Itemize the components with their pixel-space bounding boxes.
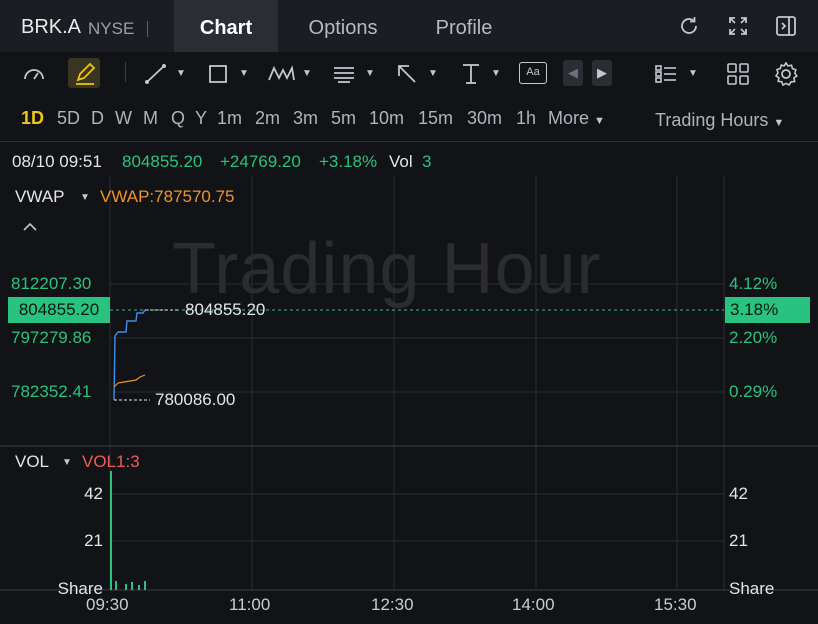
price-line <box>113 309 146 401</box>
volume-bar <box>125 584 127 590</box>
vol-indicator-value: VOL1:3 <box>82 452 140 471</box>
volume-bar <box>138 585 140 590</box>
chevron-down-icon[interactable]: ▼ <box>428 68 438 79</box>
vwap-line <box>113 374 146 388</box>
pct-label: 0.29% <box>729 382 778 401</box>
interval-10m[interactable]: 10m <box>369 108 404 129</box>
chevron-down-icon: ▼ <box>773 117 785 129</box>
volume-axis-label: 42 <box>84 484 103 503</box>
interval-3m[interactable]: 3m <box>293 108 318 129</box>
high-marker-label: 804855.20 <box>185 300 266 319</box>
chevron-down-icon[interactable]: ▼ <box>176 68 186 79</box>
volume-value: 3 <box>422 152 432 171</box>
interval-5d[interactable]: 5D <box>57 108 80 129</box>
interval-1h[interactable]: 1h <box>516 108 536 129</box>
volume-axis-label: 42 <box>729 484 748 503</box>
volume-axis-label: 21 <box>729 531 748 550</box>
exchange-label: NYSE <box>88 19 135 38</box>
current-price-badge: 804855.20 <box>8 297 110 323</box>
time-axis-label: 11:00 <box>229 595 271 614</box>
time-axis-label: 12:30 <box>371 595 414 614</box>
price-label: 812207.30 <box>11 274 92 293</box>
price-label: 782352.41 <box>11 382 92 401</box>
tab-options[interactable]: Options <box>290 0 396 52</box>
refresh-icon[interactable] <box>677 14 701 38</box>
prev-icon[interactable]: ◀ <box>563 60 583 86</box>
chevron-down-icon[interactable]: ▼ <box>688 68 698 79</box>
divider <box>147 21 148 37</box>
more-label: More <box>548 108 590 128</box>
rectangle-icon[interactable] <box>204 60 232 88</box>
interval-d[interactable]: D <box>91 108 104 129</box>
chevron-down-icon[interactable]: ▼ <box>80 192 90 203</box>
chevron-down-icon[interactable]: ▼ <box>302 68 312 79</box>
vwap-indicator-label[interactable]: VWAP <box>15 187 64 207</box>
trading-hours-label: Trading Hours <box>655 110 769 130</box>
pattern-icon[interactable] <box>266 60 296 88</box>
watermark: Trading Hour <box>172 229 602 309</box>
collapse-icon[interactable] <box>22 221 38 233</box>
chevron-down-icon[interactable]: ▼ <box>62 457 72 468</box>
sidebar-toggle-icon[interactable] <box>774 14 798 38</box>
time-axis-label: 14:00 <box>512 595 555 614</box>
volume-bar <box>110 471 112 590</box>
grid-icon[interactable] <box>724 60 752 88</box>
quote-price: 804855.20 <box>122 152 203 171</box>
chevron-down-icon[interactable]: ▼ <box>239 68 249 79</box>
trend-line-icon[interactable] <box>142 60 170 88</box>
interval-m[interactable]: M <box>143 108 158 129</box>
volume-bar <box>131 582 133 590</box>
ticker-symbol: BRK.A <box>21 16 82 38</box>
measure-icon[interactable] <box>457 60 485 88</box>
toolbar-divider <box>125 62 126 82</box>
arrow-icon[interactable] <box>393 60 421 88</box>
interval-30m[interactable]: 30m <box>467 108 502 129</box>
interval-15m[interactable]: 15m <box>418 108 453 129</box>
volume-bar <box>115 581 117 590</box>
quote-change-pct: +3.18% <box>319 152 378 171</box>
low-marker-label: 780086.00 <box>155 390 236 409</box>
fibonacci-icon[interactable] <box>330 60 358 88</box>
tab-chart[interactable]: Chart <box>174 0 278 52</box>
time-axis-label: 09:30 <box>86 595 129 614</box>
price-label: 797279.86 <box>11 328 92 347</box>
tab-profile[interactable]: Profile <box>418 0 510 52</box>
chevron-down-icon[interactable]: ▼ <box>365 68 375 79</box>
text-annotation-icon[interactable]: Aa <box>519 62 547 84</box>
settings-icon[interactable] <box>772 60 800 88</box>
more-intervals-button[interactable]: More ▼ <box>548 108 605 129</box>
volume-axis-label: Share <box>729 579 775 598</box>
interval-1d[interactable]: 1D <box>21 108 44 129</box>
vol-indicator-label[interactable]: VOL <box>15 452 49 472</box>
layout-icon[interactable] <box>652 60 680 88</box>
pct-label: 2.20% <box>729 328 778 347</box>
trading-hours-dropdown[interactable]: Trading Hours ▼ <box>655 110 784 131</box>
chevron-down-icon[interactable]: ▼ <box>491 68 501 79</box>
current-pct-badge: 3.18% <box>725 297 810 323</box>
interval-w[interactable]: W <box>115 108 132 129</box>
interval-2m[interactable]: 2m <box>255 108 280 129</box>
draw-pencil-icon[interactable] <box>72 60 98 88</box>
interval-1m[interactable]: 1m <box>217 108 242 129</box>
time-axis-label: 15:30 <box>654 595 697 614</box>
interval-q[interactable]: Q <box>171 108 185 129</box>
quote-datetime: 08/10 09:51 <box>12 152 102 171</box>
expand-icon[interactable] <box>726 14 750 38</box>
pct-label: 4.12% <box>729 274 778 293</box>
chevron-down-icon: ▼ <box>594 115 605 127</box>
interval-5m[interactable]: 5m <box>331 108 356 129</box>
indicator-gauge-icon[interactable] <box>20 60 48 88</box>
volume-axis-label: 21 <box>84 531 103 550</box>
next-icon[interactable]: ▶ <box>592 60 612 86</box>
volume-bar <box>144 581 146 590</box>
divider <box>0 141 818 142</box>
volume-label: Vol <box>389 152 413 171</box>
interval-y[interactable]: Y <box>195 108 207 129</box>
vwap-value: VWAP:787570.75 <box>100 187 235 206</box>
quote-change: +24769.20 <box>220 152 301 171</box>
